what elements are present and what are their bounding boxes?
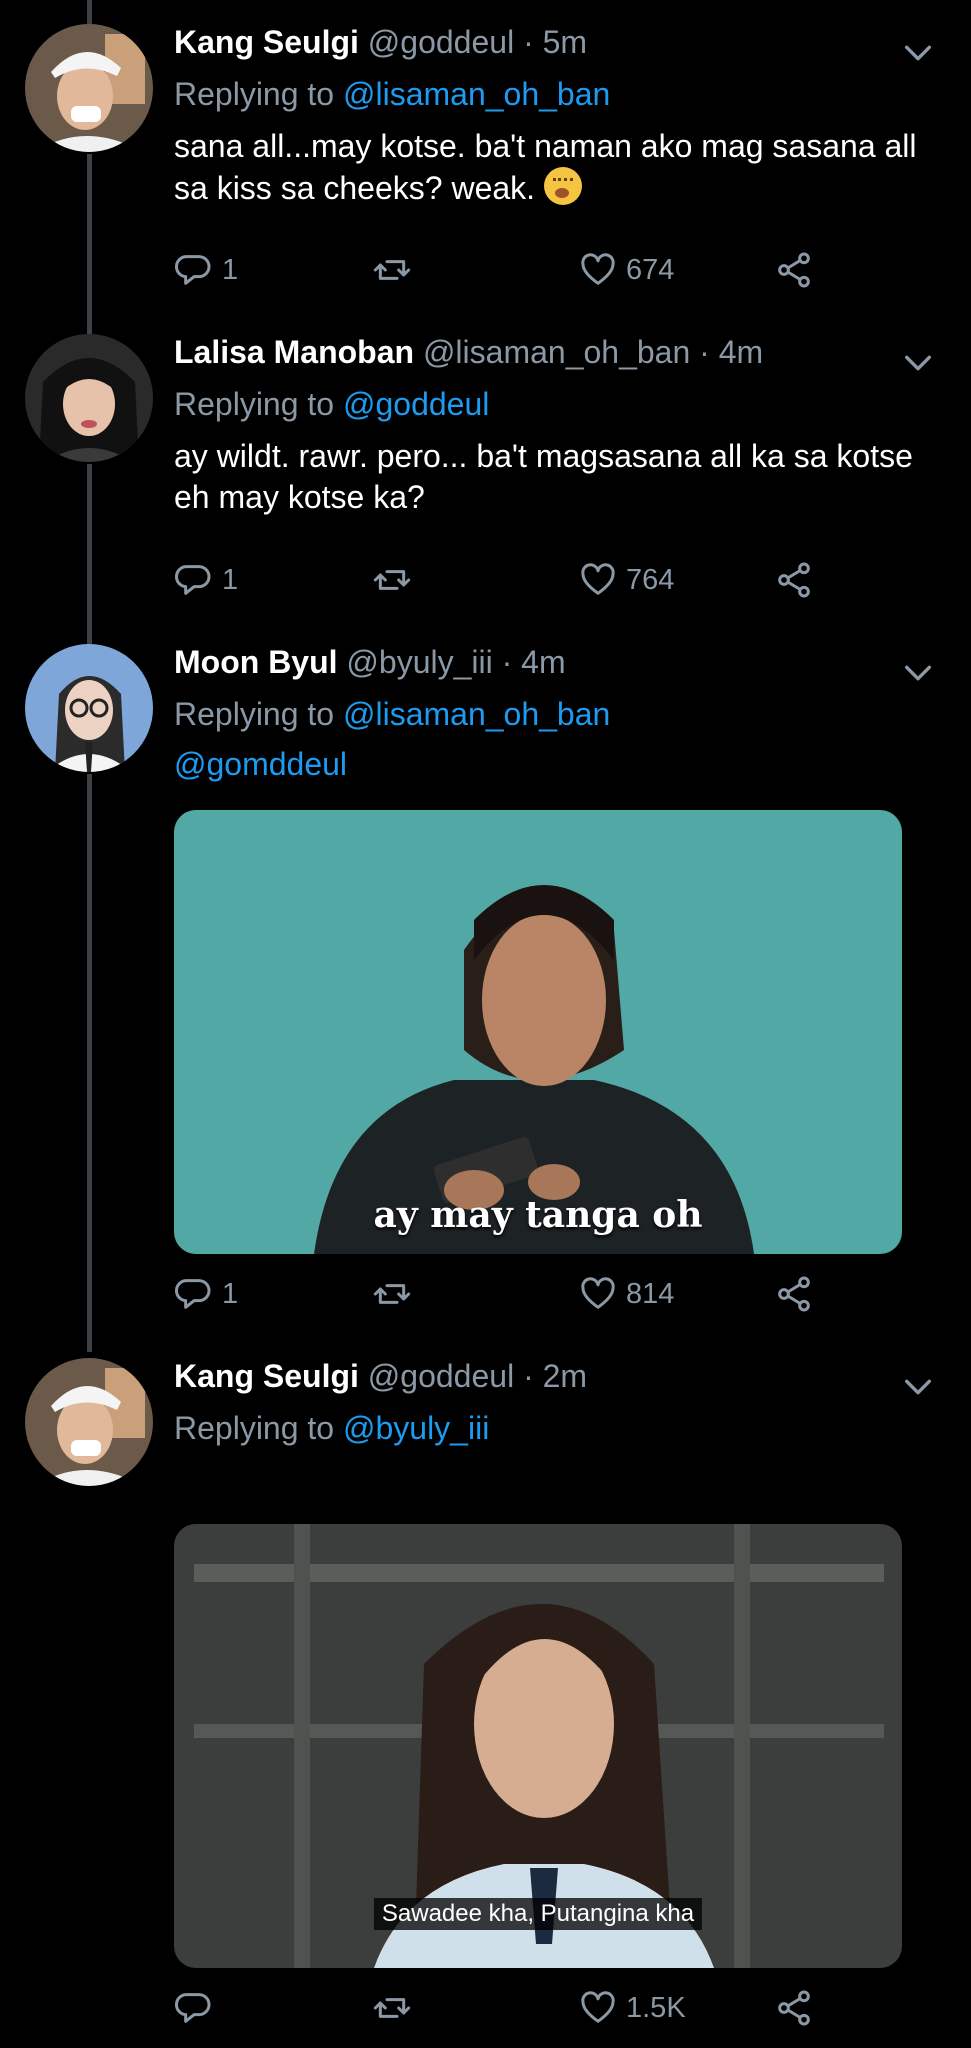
like-button[interactable]: 814 [578, 1272, 674, 1316]
media-caption: ay may tanga oh [373, 1194, 703, 1236]
reply-icon [175, 1279, 211, 1309]
user-handle[interactable]: @goddeul [368, 24, 514, 60]
tweet[interactable]: Kang Seulgi @goddeul · 2m Replying to @b… [0, 1334, 971, 2048]
like-count: 764 [626, 563, 675, 596]
like-count: 814 [626, 1277, 675, 1310]
retweet-button[interactable] [372, 1986, 420, 2030]
tweet-text: @gomddeul [174, 744, 931, 785]
shushing-face-emoji-icon [543, 167, 582, 205]
avatar[interactable] [25, 334, 153, 462]
avatar[interactable] [25, 644, 153, 772]
replying-to-label: Replying to [174, 386, 335, 422]
share-icon [778, 562, 810, 598]
media-photo [174, 810, 902, 1254]
share-button[interactable] [774, 248, 822, 292]
mention-link[interactable]: @gomddeul [174, 746, 347, 782]
retweet-icon [373, 1998, 411, 2018]
separator-dot: · [523, 1358, 534, 1394]
like-count: 1.5K [626, 1991, 686, 2024]
tweet-header: Moon Byul @byuly_iii · 4m [174, 642, 931, 682]
user-handle[interactable]: @byuly_iii [346, 644, 492, 680]
replying-to-label: Replying to [174, 1410, 335, 1446]
like-button[interactable]: 764 [578, 558, 674, 602]
retweet-icon [373, 1284, 411, 1304]
replying-to: Replying to @goddeul [174, 384, 931, 424]
tweet-header: Lalisa Manoban @lisaman_oh_ban · 4m [174, 332, 931, 372]
user-handle[interactable]: @goddeul [368, 1358, 514, 1394]
reply-button[interactable]: 1 [174, 1272, 238, 1316]
like-button[interactable]: 674 [578, 248, 674, 292]
like-button[interactable]: 1.5K [578, 1986, 686, 2030]
action-bar: 1 814 [174, 1272, 931, 1316]
share-button[interactable] [774, 558, 822, 602]
retweet-icon [373, 570, 411, 590]
share-button[interactable] [774, 1986, 822, 2030]
timestamp[interactable]: 5m [543, 24, 587, 60]
reply-icon [175, 565, 211, 595]
replying-to-label: Replying to [174, 696, 335, 732]
avatar[interactable] [25, 24, 153, 152]
separator-dot: · [501, 644, 513, 680]
timestamp[interactable]: 4m [719, 334, 763, 370]
share-button[interactable] [774, 1272, 822, 1316]
avatar[interactable] [25, 1358, 153, 1486]
display-name[interactable]: Kang Seulgi [174, 1358, 359, 1394]
reply-button[interactable]: 1 [174, 558, 238, 602]
display-name[interactable]: Lalisa Manoban [174, 334, 414, 370]
action-bar: 1.5K [174, 1986, 931, 2030]
share-icon [778, 252, 810, 288]
tweet[interactable]: Lalisa Manoban @lisaman_oh_ban · 4m Repl… [0, 310, 971, 620]
replying-to-label: Replying to [174, 76, 335, 112]
replying-to: Replying to @lisaman_oh_ban [174, 74, 931, 114]
tweet-header: Kang Seulgi @goddeul · 2m [174, 1356, 931, 1396]
separator-dot: · [699, 334, 710, 370]
user-handle[interactable]: @lisaman_oh_ban [423, 334, 690, 370]
timestamp[interactable]: 4m [521, 644, 565, 680]
tweet-text: ay wildt. rawr. pero... ba't magsasana a… [174, 438, 913, 515]
tweet-text: sana all...may kotse. ba't naman ako mag… [174, 126, 931, 209]
separator-dot: · [523, 24, 534, 60]
tweet[interactable]: Kang Seulgi @goddeul · 5m Replying to @l… [0, 0, 971, 310]
like-count: 674 [626, 253, 675, 286]
reply-count: 1 [222, 563, 239, 596]
replying-to-link[interactable]: @lisaman_oh_ban [343, 696, 610, 732]
timestamp[interactable]: 2m [543, 1358, 587, 1394]
media-caption: Sawadee kha, Putangina kha [373, 1898, 703, 1930]
share-icon [778, 1276, 810, 1312]
media-image[interactable]: Sawadee kha, Putangina kha [174, 1524, 902, 1968]
media-image[interactable]: ay may tanga oh [174, 810, 902, 1254]
reply-icon [175, 1993, 211, 2023]
replying-to-link[interactable]: @byuly_iii [343, 1410, 489, 1446]
retweet-button[interactable] [372, 1272, 420, 1316]
like-icon [581, 253, 615, 285]
action-bar: 1 764 [174, 558, 931, 602]
tweet-header: Kang Seulgi @goddeul · 5m [174, 22, 931, 62]
replying-to-link[interactable]: @goddeul [343, 386, 489, 422]
reply-count: 1 [222, 253, 239, 286]
retweet-button[interactable] [372, 558, 420, 602]
reply-icon [175, 255, 211, 285]
replying-to-link[interactable]: @lisaman_oh_ban [343, 76, 610, 112]
display-name[interactable]: Moon Byul [174, 644, 338, 680]
action-bar: 1 674 [174, 248, 931, 292]
like-icon [581, 1277, 615, 1309]
reply-button[interactable]: 1 [174, 248, 238, 292]
reply-count: 1 [222, 1277, 239, 1310]
like-icon [581, 563, 615, 595]
retweet-icon [373, 260, 411, 280]
display-name[interactable]: Kang Seulgi [174, 24, 359, 60]
retweet-button[interactable] [372, 248, 420, 292]
replying-to: Replying to @lisaman_oh_ban [174, 694, 931, 734]
like-icon [581, 1991, 615, 2023]
tweet[interactable]: Moon Byul @byuly_iii · 4m Replying to @l… [0, 620, 971, 1334]
replying-to: Replying to @byuly_iii [174, 1408, 931, 1448]
share-icon [778, 1990, 810, 2026]
reply-button[interactable] [174, 1986, 222, 2030]
